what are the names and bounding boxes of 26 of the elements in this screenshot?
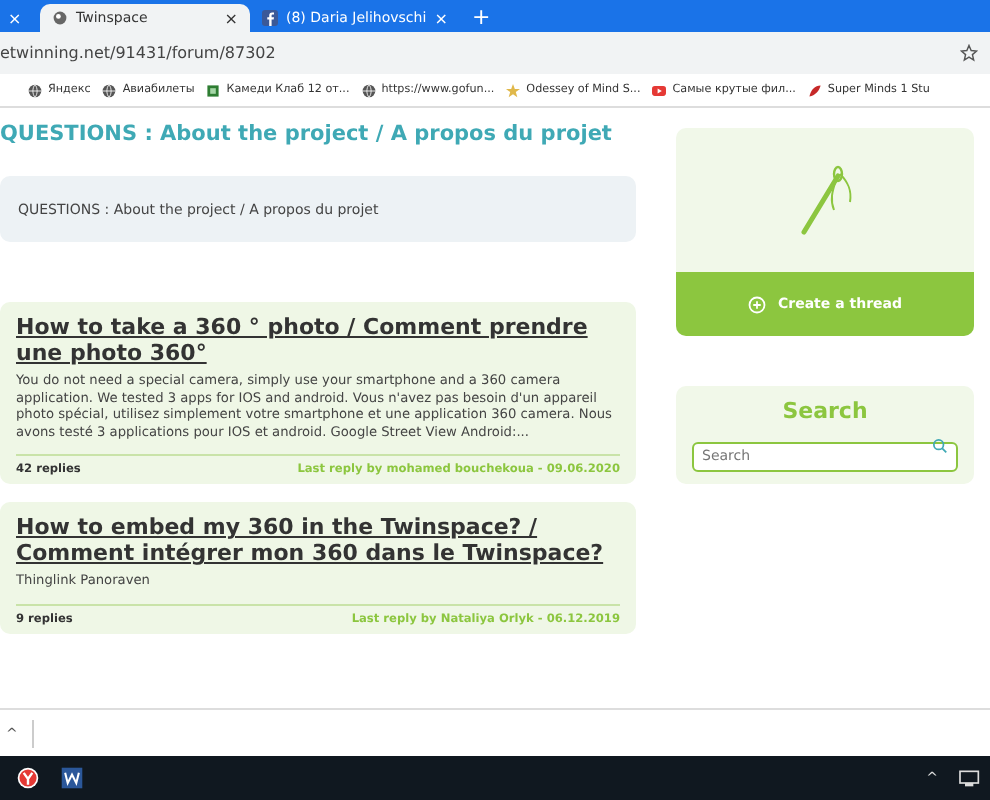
- globe-icon: [28, 83, 42, 97]
- needle-thread-drawing: [795, 164, 855, 236]
- page-title: QUESTIONS : About the project / A propos du projet: [0, 120, 612, 148]
- close-tab-button[interactable]: ×: [8, 9, 22, 27]
- globe-icon: [102, 83, 117, 97]
- document-app-icon[interactable]: [60, 766, 84, 790]
- search-heading: Search: [780, 398, 870, 424]
- address-field[interactable]: etwinning.net/91431/forum/87302: [0, 44, 276, 62]
- facebook-icon: [262, 10, 278, 26]
- browser-app-icon[interactable]: [16, 766, 40, 790]
- new-tab-button[interactable]: +: [460, 3, 503, 29]
- globe-icon: [361, 83, 376, 97]
- plus-circle-icon: [747, 295, 766, 313]
- close-tab-button[interactable]: ×: [434, 9, 448, 27]
- browser-tab[interactable]: ×: [0, 4, 40, 32]
- thread-title-link[interactable]: How to embed my 360 in the Twinspace? / Comment intégrer mon 360 dans le Twinspace?: [16, 514, 620, 567]
- site-favicon-icon: [52, 10, 68, 26]
- network-icon[interactable]: [958, 768, 982, 788]
- thread-title-link[interactable]: How to take a 360 ° photo / Comment prendre une photo 360°: [16, 314, 620, 366]
- close-tab-button[interactable]: ×: [224, 9, 238, 27]
- bookmark-star-icon[interactable]: [960, 44, 978, 62]
- leaf-icon: [807, 83, 822, 97]
- play-icon: [652, 83, 667, 97]
- star-icon: [506, 83, 521, 97]
- search-icon[interactable]: [932, 437, 948, 453]
- square-icon: [206, 83, 221, 97]
